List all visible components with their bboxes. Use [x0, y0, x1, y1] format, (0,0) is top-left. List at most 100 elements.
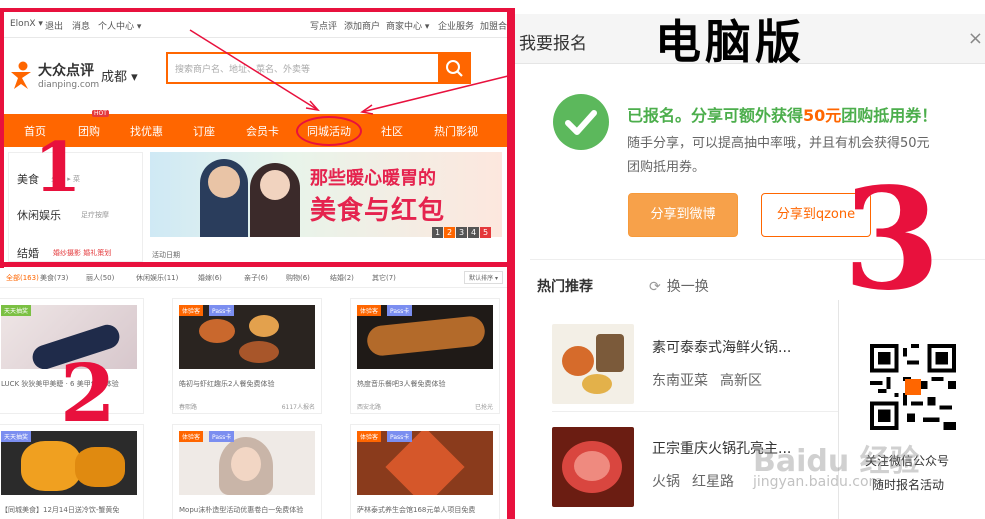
banner-headline: 美食与红包 [310, 196, 446, 226]
category-leisure-sub[interactable]: 足疗按摩 [81, 210, 109, 220]
enterprise-link[interactable]: 企业服务 [438, 19, 474, 32]
card-title[interactable]: 热度音乐餐吧3人餐免费体验 [357, 379, 495, 389]
screenshot-root: ElonX ▾ 退出 消息 个人中心 ▾ 写点评 添加商户 商家中心 ▾ 企业服… [0, 0, 985, 519]
refresh-icon: ⟳ [649, 279, 661, 295]
logo-domain: dianping.com [38, 80, 100, 90]
nav-reserve[interactable]: 订座 [193, 123, 215, 139]
banner-page-4[interactable]: 4 [468, 227, 479, 238]
user-menu[interactable]: ElonX ▾ [10, 19, 43, 29]
refresh-button[interactable]: ⟳ 换一换 [649, 276, 709, 296]
nav-member-card[interactable]: 会员卡 [246, 123, 279, 139]
filter-beauty[interactable]: 丽人(50) [86, 273, 114, 283]
banner-page-1[interactable]: 1 [432, 227, 443, 238]
filter-wedding[interactable]: 结婚(2) [330, 273, 354, 283]
dialog-title: 我要报名 [519, 34, 587, 54]
filter-shopping[interactable]: 购物(6) [286, 273, 310, 283]
annotation-circle [296, 116, 362, 146]
signup-success-message: 已报名。分享可额外获得50元团购抵用券！ [627, 102, 937, 126]
card-tag: 体验客 [357, 431, 382, 442]
join-link[interactable]: 加盟合 [480, 19, 507, 32]
personal-center-menu[interactable]: 个人中心 ▾ [98, 19, 141, 32]
rec-divider [552, 411, 838, 412]
nav-community[interactable]: 社区 [381, 123, 403, 139]
card-title[interactable]: Mopu沫朴造型活动优惠卷白一免费体验 [179, 505, 317, 515]
category-wedding-sub[interactable]: 婚纱摄影 婚礼策划 [53, 248, 111, 258]
rec-category[interactable]: 东南亚菜 [652, 373, 708, 389]
write-review-link[interactable]: 写点评 [310, 19, 337, 32]
success-prefix: 已报名。分享可额外获得 [627, 106, 804, 125]
filter-all[interactable]: 全部(163) [6, 273, 39, 283]
logout-link[interactable]: 退出 [45, 19, 63, 32]
category-leisure[interactable]: 休闲娱乐 [17, 207, 61, 223]
filter-other[interactable]: 其它(7) [372, 273, 396, 283]
add-merchant-link[interactable]: 添加商户 [344, 19, 380, 32]
annotation-number-2: 2 [60, 346, 116, 440]
logo-text[interactable]: 大众点评 [38, 60, 94, 80]
card-title[interactable]: 【同城美食】12月14日送冷饮-蟹黄免 [1, 505, 139, 515]
banner-subtitle: 那些暖心暖胃的 [310, 168, 436, 189]
annotation-box-divider [0, 262, 515, 267]
banner-pagination: 12345 [432, 220, 492, 239]
qr-code-icon [870, 344, 956, 430]
top-bar: ElonX ▾ 退出 消息 个人中心 ▾ 写点评 添加商户 商家中心 ▾ 企业服… [0, 10, 515, 38]
rec-area[interactable]: 红星路 [692, 474, 734, 490]
card-title[interactable]: 皓初与虾红趣乐2人餐免费体验 [179, 379, 317, 389]
sort-dropdown[interactable]: 默认排序 ▾ [464, 271, 503, 284]
baidu-watermark-url: jingyan.baidu.com [753, 474, 883, 490]
filter-food[interactable]: 美食(73) [40, 273, 68, 283]
activity-date-label: 活动日期 [152, 251, 180, 259]
search-input[interactable]: 搜索商户名、地址、菜名、外卖等 [175, 62, 310, 75]
rec-meta: 东南亚菜 高新区 [652, 370, 774, 390]
refresh-label: 换一换 [666, 279, 709, 295]
card-pass-tag: Pass卡 [387, 431, 413, 442]
filter-leisure[interactable]: 休闲娱乐(11) [136, 273, 178, 283]
activity-card[interactable]: 体验客 Pass卡 皓初与虾红趣乐2人餐免费体验 春熙路 6117人报名 [172, 298, 322, 414]
rec-name[interactable]: 素可泰泰式海鲜火锅... [652, 337, 791, 357]
card-pass-tag: Pass卡 [209, 305, 235, 316]
annotation-number-1: 1 [34, 128, 82, 208]
nav-hot-movies[interactable]: 热门影视 [434, 123, 478, 139]
card-status: 已抢光 [474, 404, 493, 411]
activity-filter-bar: 全部(163) 美食(73) 丽人(50) 休闲娱乐(11) 婚嫁(6) 亲子(… [0, 268, 515, 288]
success-amount: 50元 [803, 106, 842, 125]
annotation-box-top [0, 8, 515, 12]
annotation-box-right [507, 8, 515, 519]
activity-card[interactable]: 体验客 Pass卡 Mopu沫朴造型活动优惠卷白一免费体验 [172, 424, 322, 519]
banner-page-5[interactable]: 5 [480, 227, 491, 238]
banner-face-male [208, 166, 240, 198]
card-tag: 天天抽奖 [1, 431, 32, 442]
annotation-number-3: 3 [843, 158, 941, 322]
messages-link[interactable]: 消息 [72, 19, 90, 32]
banner-page-2[interactable]: 2 [444, 227, 455, 238]
rec-image-beef-hotpot[interactable] [552, 427, 634, 507]
activity-card[interactable]: 体验客 Pass卡 热度音乐餐吧3人餐免费体验 西安北路 已抢光 [350, 298, 500, 414]
activity-card[interactable]: 体验客 Pass卡 萨林泰式养生会馆168元单人项目免费 [350, 424, 500, 519]
close-icon[interactable]: × [968, 28, 983, 49]
banner-face-female [260, 170, 290, 200]
search-box: 搜索商户名、地址、菜名、外卖等 [166, 52, 471, 84]
banner-page-3[interactable]: 3 [456, 227, 467, 238]
card-pass-tag: Pass卡 [387, 305, 413, 316]
merchant-center-menu[interactable]: 商家中心 ▾ [386, 19, 429, 32]
card-title[interactable]: 萨林泰式养生会馆168元单人项目免费 [357, 505, 495, 515]
rec-category[interactable]: 火锅 [652, 474, 680, 490]
rec-image-seafood-hotpot[interactable] [552, 324, 634, 404]
dianping-homepage-panel: ElonX ▾ 退出 消息 个人中心 ▾ 写点评 添加商户 商家中心 ▾ 企业服… [0, 0, 515, 519]
search-button[interactable] [438, 52, 471, 84]
city-selector[interactable]: 成都 ▾ [101, 66, 138, 85]
rec-meta: 火锅 红星路 [652, 471, 746, 491]
success-suffix: 团购抵用券！ [841, 106, 938, 125]
rec-area[interactable]: 高新区 [720, 373, 762, 389]
share-weibo-button[interactable]: 分享到微博 [628, 193, 738, 237]
hot-badge: HOT [92, 110, 109, 117]
annotation-box-left [0, 8, 4, 268]
category-wedding[interactable]: 结婚 [17, 245, 39, 261]
card-tag: 天天抽奖 [1, 305, 32, 316]
card-pass-tag: Pass卡 [209, 431, 235, 442]
nav-deals[interactable]: 找优惠 [130, 123, 163, 139]
filter-wedding-shoot[interactable]: 婚嫁(6) [198, 273, 222, 283]
filter-kids[interactable]: 亲子(6) [244, 273, 268, 283]
card-signups: 6117人报名 [281, 404, 315, 411]
signup-dialog: 我要报名 × 电脑版 已报名。分享可额外获得50元团购抵用券！ 随手分享，可以提… [515, 0, 985, 519]
dianping-logo-icon[interactable] [8, 60, 34, 90]
